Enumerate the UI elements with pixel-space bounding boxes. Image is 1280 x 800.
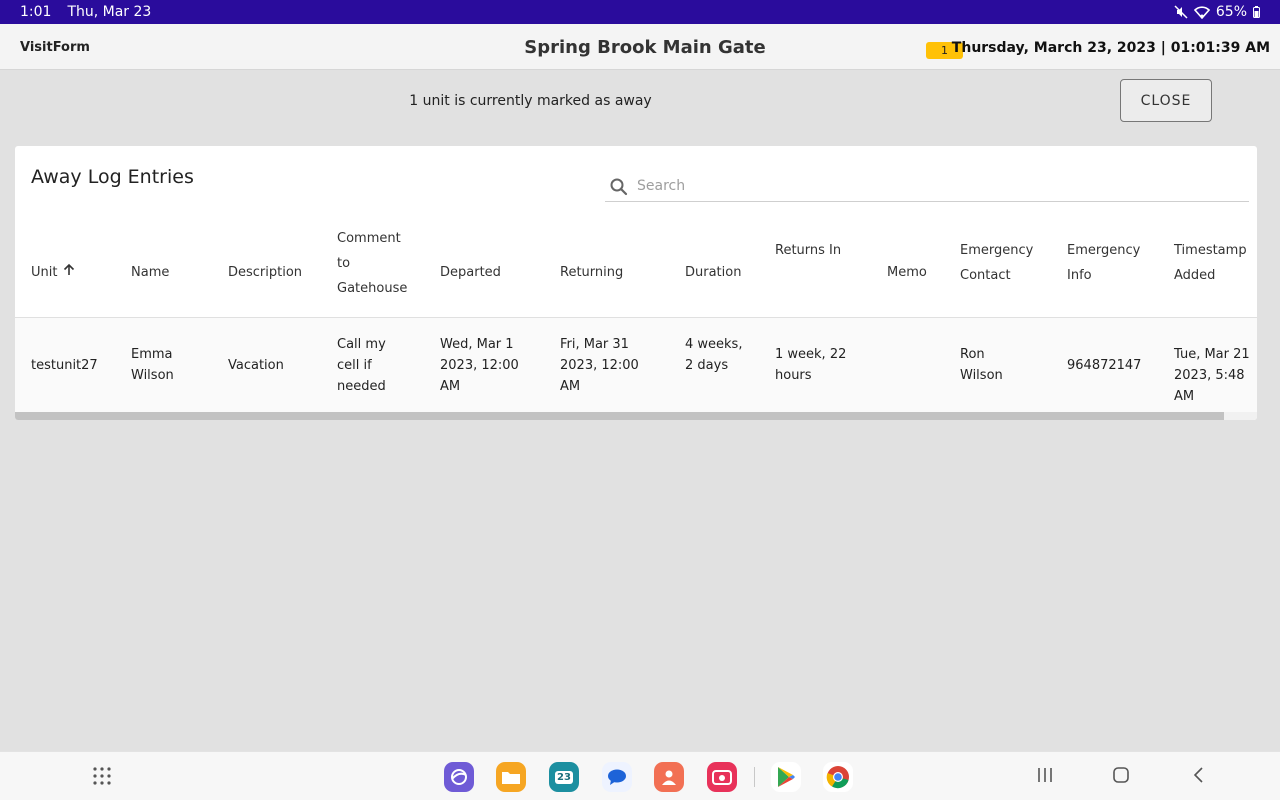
header-datetime: Thursday, March 23, 2023 | 01:01:39 AM [951, 40, 1270, 56]
camera-icon[interactable] [707, 762, 737, 792]
navigation-bar: 23 [0, 751, 1280, 800]
column-header-emergency-info[interactable]: Emergency Info [1067, 238, 1152, 288]
chrome-icon[interactable] [823, 762, 853, 792]
mute-icon [1174, 5, 1188, 19]
column-header-memo[interactable]: Memo [887, 260, 927, 285]
cell-name: Emma Wilson [131, 347, 174, 383]
column-header-description[interactable]: Description [228, 260, 302, 285]
calendar-icon[interactable]: 23 [549, 762, 579, 792]
status-date: Thu, Mar 23 [67, 4, 152, 20]
home-icon[interactable] [1112, 766, 1130, 788]
status-bar: 1:01 Thu, Mar 23 65% [0, 0, 1280, 24]
cell-duration: 4 weeks, 2 days [685, 337, 743, 373]
cell-comment: Call my cell if needed [337, 337, 386, 394]
cell-returning: Fri, Mar 31 2023, 12:00 AM [560, 337, 639, 394]
cell-emergency-info: 964872147 [1067, 358, 1142, 373]
column-header-emergency-contact[interactable]: Emergency Contact [960, 238, 1045, 288]
battery-icon [1253, 6, 1260, 18]
wifi-icon [1193, 5, 1210, 19]
column-header-duration[interactable]: Duration [685, 260, 741, 285]
cell-emergency-contact: Ron Wilson [960, 347, 1003, 383]
contacts-icon[interactable] [654, 762, 684, 792]
column-header-name[interactable]: Name [131, 260, 169, 285]
close-button[interactable]: CLOSE [1120, 79, 1212, 122]
messages-icon[interactable] [602, 762, 632, 792]
column-header-timestamp-added[interactable]: Timestamp Added [1174, 238, 1257, 288]
cell-departed: Wed, Mar 1 2023, 12:00 AM [440, 337, 519, 394]
dock-divider [754, 767, 755, 787]
cell-timestamp-added: Tue, Mar 21 2023, 5:48 AM [1174, 344, 1257, 407]
scrollbar-thumb[interactable] [15, 412, 1224, 420]
app-drawer-icon[interactable] [92, 766, 112, 790]
column-header-comment[interactable]: Comment to Gatehouse [337, 226, 417, 301]
column-header-returns-in[interactable]: Returns In [775, 238, 845, 263]
table-header: Unit Name Description Comment to Gatehou… [15, 226, 1257, 318]
recent-apps-icon[interactable] [1036, 766, 1054, 788]
battery-level: 65% [1215, 4, 1247, 20]
cell-unit: testunit27 [31, 358, 98, 373]
away-log-card: Away Log Entries Unit Name Description C… [15, 146, 1257, 420]
card-title: Away Log Entries [31, 166, 194, 188]
app-header: VisitForm Spring Brook Main Gate 1 Thurs… [0, 24, 1280, 70]
cell-returns-in: 1 week, 22 hours [775, 347, 847, 383]
internet-icon[interactable] [444, 762, 474, 792]
calendar-day: 23 [555, 770, 573, 784]
column-header-departed[interactable]: Departed [440, 260, 501, 285]
away-message: 1 unit is currently marked as away [409, 93, 652, 109]
back-icon[interactable] [1190, 766, 1208, 788]
horizontal-scrollbar[interactable] [15, 412, 1257, 420]
search-input[interactable] [637, 174, 1237, 198]
table-row[interactable]: testunit27 Emma Wilson Vacation Call my … [15, 318, 1257, 412]
search-bar [605, 174, 1249, 202]
play-store-icon[interactable] [771, 762, 801, 792]
sort-ascending-icon [63, 260, 75, 285]
column-header-unit[interactable]: Unit [31, 260, 75, 285]
status-time: 1:01 [20, 4, 52, 20]
column-header-returning[interactable]: Returning [560, 260, 623, 285]
files-icon[interactable] [496, 762, 526, 792]
cell-description: Vacation [228, 358, 284, 373]
timestamp-text: Tue, Mar 21 2023, 5:48 AM [1174, 347, 1250, 404]
search-icon [609, 177, 629, 201]
